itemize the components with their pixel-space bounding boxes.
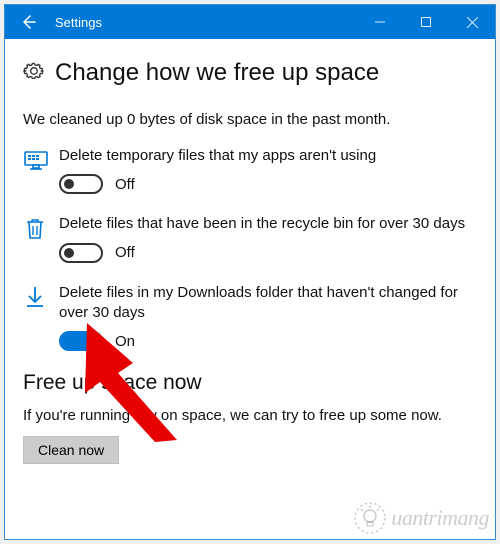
download-icon [23, 283, 59, 316]
watermark: uantrimang [353, 501, 489, 535]
close-icon [467, 17, 478, 28]
maximize-button[interactable] [403, 5, 449, 39]
clean-now-button[interactable]: Clean now [23, 436, 119, 464]
back-button[interactable] [5, 5, 51, 39]
page-header: Change how we free up space [23, 59, 477, 87]
monitor-icon [23, 146, 59, 179]
free-up-heading: Free up space now [23, 371, 477, 395]
toggle-downloads-state: On [115, 333, 135, 350]
page-title: Change how we free up space [55, 59, 379, 87]
setting-recycle-label: Delete files that have been in the recyc… [59, 214, 477, 234]
status-text: We cleaned up 0 bytes of disk space in t… [23, 111, 477, 128]
window-title: Settings [51, 15, 357, 30]
toggle-downloads[interactable] [59, 331, 103, 351]
toggle-recycle-bin[interactable] [59, 243, 103, 263]
titlebar: Settings [5, 5, 495, 39]
setting-downloads-label: Delete files in my Downloads folder that… [59, 283, 477, 324]
watermark-text: uantrimang [391, 505, 489, 531]
watermark-lightbulb-icon [353, 501, 387, 535]
minimize-button[interactable] [357, 5, 403, 39]
close-button[interactable] [449, 5, 495, 39]
back-arrow-icon [19, 13, 37, 31]
setting-recycle-bin: Delete files that have been in the recyc… [23, 214, 477, 262]
maximize-icon [421, 17, 431, 27]
setting-downloads: Delete files in my Downloads folder that… [23, 283, 477, 352]
settings-window: Settings Change how we free up space We … [4, 4, 496, 540]
toggle-recycle-state: Off [115, 244, 135, 261]
toggle-temp-files[interactable] [59, 174, 103, 194]
setting-temp-files: Delete temporary files that my apps aren… [23, 146, 477, 194]
window-controls [357, 5, 495, 39]
gear-icon [23, 60, 45, 87]
setting-temp-label: Delete temporary files that my apps aren… [59, 146, 477, 166]
minimize-icon [375, 17, 385, 27]
trash-icon [23, 214, 59, 247]
content-area: Change how we free up space We cleaned u… [5, 39, 495, 464]
free-up-desc: If you're running low on space, we can t… [23, 407, 477, 424]
toggle-temp-state: Off [115, 176, 135, 193]
